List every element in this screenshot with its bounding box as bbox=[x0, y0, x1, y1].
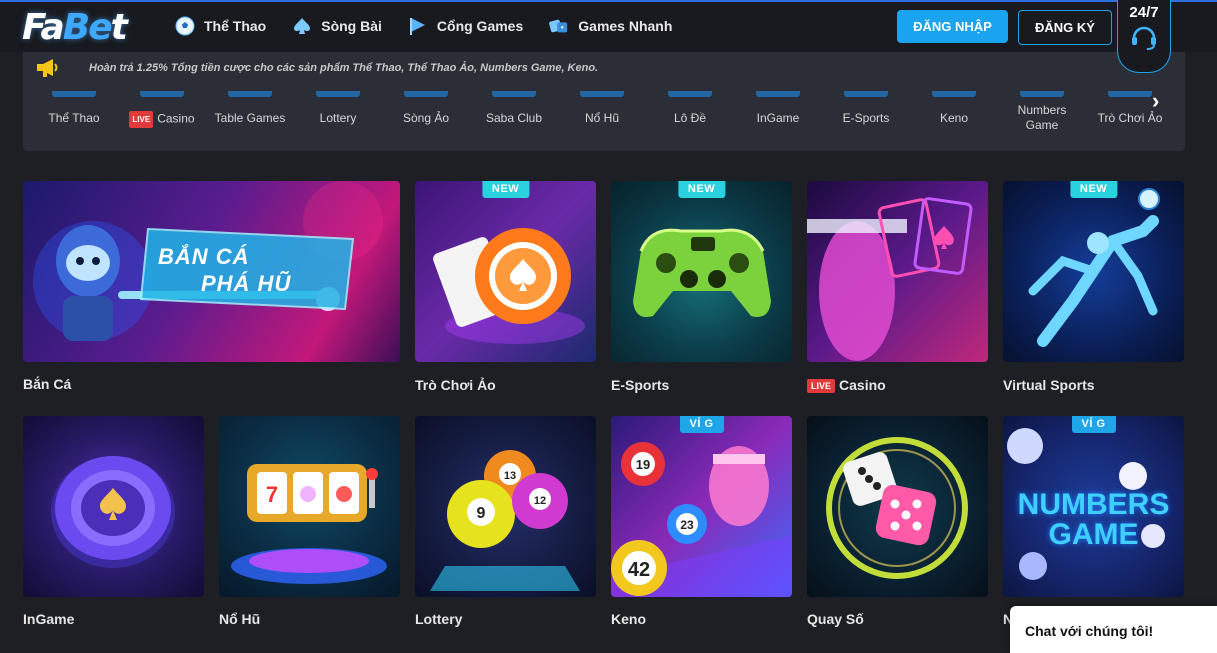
category-label: Lô Đề bbox=[673, 111, 707, 125]
tile-keno[interactable]: 19 23 42 VÍ G bbox=[611, 416, 792, 597]
chevron-right-icon[interactable]: › bbox=[1152, 88, 1159, 114]
nav-label: Cổng Games bbox=[436, 18, 524, 34]
category-label: Keno bbox=[939, 111, 969, 125]
support-label: 24/7 bbox=[1129, 4, 1159, 21]
announcement-bar: Hoàn trả 1.25% Tổng tiền cược cho các sả… bbox=[23, 52, 1185, 83]
category-lo-de[interactable]: Lô Đề bbox=[646, 83, 734, 126]
tile-label-lottery[interactable]: Lottery bbox=[415, 611, 462, 627]
nav-song-bai[interactable]: Sòng Bài bbox=[292, 16, 382, 36]
soccer-ball-icon bbox=[175, 16, 195, 36]
category-label: InGame bbox=[756, 111, 800, 125]
nav-label: Games Nhanh bbox=[578, 18, 673, 34]
category-label: Saba Club bbox=[485, 111, 543, 125]
top-header: FaBet Thể Thao Sòng Bài Cổng Games Games… bbox=[0, 0, 1217, 52]
tile-esports[interactable]: NEW bbox=[611, 181, 792, 362]
tile-lottery[interactable]: 13 9 12 bbox=[415, 416, 596, 597]
category-strip: Thể Thao LIVE Casino Table Games Lottery … bbox=[23, 83, 1185, 151]
tile-label-keno[interactable]: Keno bbox=[611, 611, 646, 627]
nav-the-thao[interactable]: Thể Thao bbox=[175, 16, 266, 36]
tile-no-hu[interactable]: 7 bbox=[219, 416, 400, 597]
category-label: Thể Thao bbox=[48, 111, 100, 125]
keno-ball-19: 19 bbox=[636, 457, 650, 472]
category-esports[interactable]: E-Sports bbox=[822, 83, 910, 126]
new-badge: NEW bbox=[677, 181, 726, 198]
support-button[interactable]: 24/7 bbox=[1117, 0, 1171, 73]
login-button[interactable]: ĐĂNG NHẬP bbox=[897, 10, 1008, 43]
vi-g-badge: VÍ G bbox=[679, 416, 724, 433]
tile-numbers-game[interactable]: NUMBERS GAME VÍ G bbox=[1003, 416, 1184, 597]
chat-widget[interactable]: Chat với chúng tôi! bbox=[1010, 606, 1217, 653]
nav-label: Thể Thao bbox=[204, 18, 267, 34]
new-badge: NEW bbox=[1069, 181, 1118, 198]
category-label: Casino bbox=[157, 111, 195, 126]
category-the-thao[interactable]: Thể Thao bbox=[30, 83, 118, 126]
svg-text:7: 7 bbox=[266, 482, 278, 507]
tile-label-no-hu[interactable]: Nổ Hũ bbox=[219, 611, 260, 627]
category-tro-choi-ao[interactable]: Trò Chơi Ảo bbox=[1086, 83, 1174, 126]
ban-ca-banner-line2: PHÁ HŨ bbox=[201, 271, 292, 296]
category-label: Nổ Hũ bbox=[584, 111, 619, 125]
register-button[interactable]: ĐĂNG KÝ bbox=[1018, 10, 1112, 45]
category-song-ao[interactable]: Sòng Ảo bbox=[382, 83, 470, 126]
tile-label-quay-so[interactable]: Quay Số bbox=[807, 611, 864, 627]
play-flag-icon bbox=[408, 16, 428, 36]
vi-g-badge: VÍ G bbox=[1071, 416, 1116, 433]
keno-ball-23: 23 bbox=[680, 518, 694, 532]
category-label: Lottery bbox=[319, 111, 357, 125]
tile-label-ban-ca[interactable]: Bắn Cá bbox=[23, 376, 71, 392]
numbers-game-title-line1: NUMBERS bbox=[1017, 488, 1170, 521]
category-ingame[interactable]: InGame bbox=[734, 83, 822, 126]
tile-ban-ca[interactable]: BẮN CÁ PHÁ HŨ bbox=[23, 181, 400, 362]
tile-label-casino[interactable]: LIVE Casino bbox=[807, 377, 886, 394]
casino-label-text: Casino bbox=[839, 377, 886, 393]
category-lottery[interactable]: Lottery bbox=[294, 83, 382, 126]
category-numbers-game[interactable]: Numbers Game bbox=[998, 83, 1086, 133]
category-saba-club[interactable]: Saba Club bbox=[470, 83, 558, 126]
category-label: E-Sports bbox=[842, 111, 890, 125]
tile-casino[interactable] bbox=[807, 181, 988, 362]
tile-ingame[interactable] bbox=[23, 416, 204, 597]
tile-label-tro-choi-ao[interactable]: Trò Chơi Ảo bbox=[415, 377, 496, 393]
category-label: Table Games bbox=[214, 111, 286, 125]
numbers-game-title-line2: GAME bbox=[1048, 518, 1139, 551]
category-casino[interactable]: LIVE Casino bbox=[118, 83, 206, 128]
headset-icon bbox=[1128, 21, 1160, 58]
main-nav: Thể Thao Sòng Bài Cổng Games Games Nhanh bbox=[175, 16, 698, 36]
live-badge: LIVE bbox=[807, 379, 836, 394]
tile-label-virtual-sports[interactable]: Virtual Sports bbox=[1003, 377, 1095, 393]
category-label: Sòng Ảo bbox=[402, 111, 450, 125]
tile-quay-so[interactable] bbox=[807, 416, 988, 597]
category-table-games[interactable]: Table Games bbox=[206, 83, 294, 126]
tile-label-esports[interactable]: E-Sports bbox=[611, 377, 669, 393]
nav-cong-games[interactable]: Cổng Games bbox=[408, 16, 523, 36]
category-keno[interactable]: Keno bbox=[910, 83, 998, 126]
keno-ball-42: 42 bbox=[628, 559, 650, 581]
new-badge: NEW bbox=[481, 181, 530, 198]
tile-label-ingame[interactable]: InGame bbox=[23, 611, 74, 627]
lottery-ball-12: 12 bbox=[534, 495, 546, 507]
nav-games-nhanh[interactable]: Games Nhanh bbox=[549, 16, 672, 36]
fabet-logo[interactable]: FaBet bbox=[22, 7, 128, 48]
megaphone-icon bbox=[23, 57, 71, 79]
lottery-ball-13: 13 bbox=[504, 470, 516, 482]
announcement-text: Hoàn trả 1.25% Tổng tiền cược cho các sả… bbox=[89, 61, 599, 74]
category-label: Trò Chơi Ảo bbox=[1097, 111, 1163, 125]
nav-label: Sòng Bài bbox=[321, 18, 382, 34]
ban-ca-banner-line1: BẮN CÁ bbox=[158, 244, 250, 269]
category-label: Numbers Game bbox=[1017, 103, 1067, 132]
spade-icon bbox=[292, 16, 312, 36]
tile-tro-choi-ao[interactable]: NEW bbox=[415, 181, 596, 362]
tile-virtual-sports[interactable]: NEW bbox=[1003, 181, 1184, 362]
dice-icon bbox=[549, 16, 569, 36]
lottery-ball-9: 9 bbox=[477, 505, 486, 522]
live-badge: LIVE bbox=[129, 111, 154, 128]
category-no-hu[interactable]: Nổ Hũ bbox=[558, 83, 646, 126]
